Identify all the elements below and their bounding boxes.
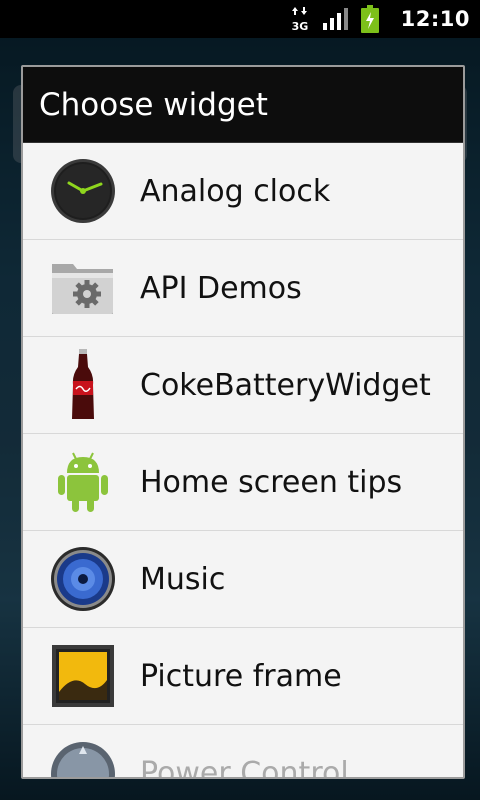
signal-strength-icon: [321, 0, 351, 38]
power-control-icon: [47, 738, 119, 777]
analog-clock-icon: [47, 155, 119, 227]
data-3g-icon: 3G: [285, 0, 315, 38]
widget-item-label: Picture frame: [140, 658, 342, 694]
widget-item-music[interactable]: Music: [23, 531, 463, 628]
widget-item-label: Analog clock: [140, 173, 331, 209]
widget-list[interactable]: Analog clock API Demos CokeBatteryWidget…: [23, 143, 463, 779]
choose-widget-dialog: Choose widget Analog clock API Demos Cok…: [21, 65, 465, 779]
coke-bottle-icon: [47, 349, 119, 421]
svg-text:3G: 3G: [291, 20, 308, 32]
clock-time: 12:10: [400, 7, 470, 31]
folder-gear-icon: [47, 252, 119, 324]
widget-item-coke-battery[interactable]: CokeBatteryWidget: [23, 337, 463, 434]
android-robot-icon: [47, 446, 119, 518]
widget-item-power-control[interactable]: Power Control: [23, 725, 463, 779]
speaker-icon: [47, 543, 119, 615]
widget-item-label: CokeBatteryWidget: [140, 367, 431, 403]
status-bar: 3G 12:10: [0, 0, 480, 38]
widget-item-analog-clock[interactable]: Analog clock: [23, 143, 463, 240]
widget-item-api-demos[interactable]: API Demos: [23, 240, 463, 337]
widget-item-label: Home screen tips: [140, 464, 403, 500]
battery-charging-icon: [359, 0, 381, 38]
widget-item-picture-frame[interactable]: Picture frame: [23, 628, 463, 725]
widget-item-home-screen-tips[interactable]: Home screen tips: [23, 434, 463, 531]
dialog-title: Choose widget: [23, 67, 463, 143]
widget-item-label: Music: [140, 561, 226, 597]
picture-frame-icon: [47, 640, 119, 712]
widget-item-label: API Demos: [140, 270, 302, 306]
widget-item-label: Power Control: [140, 756, 349, 779]
